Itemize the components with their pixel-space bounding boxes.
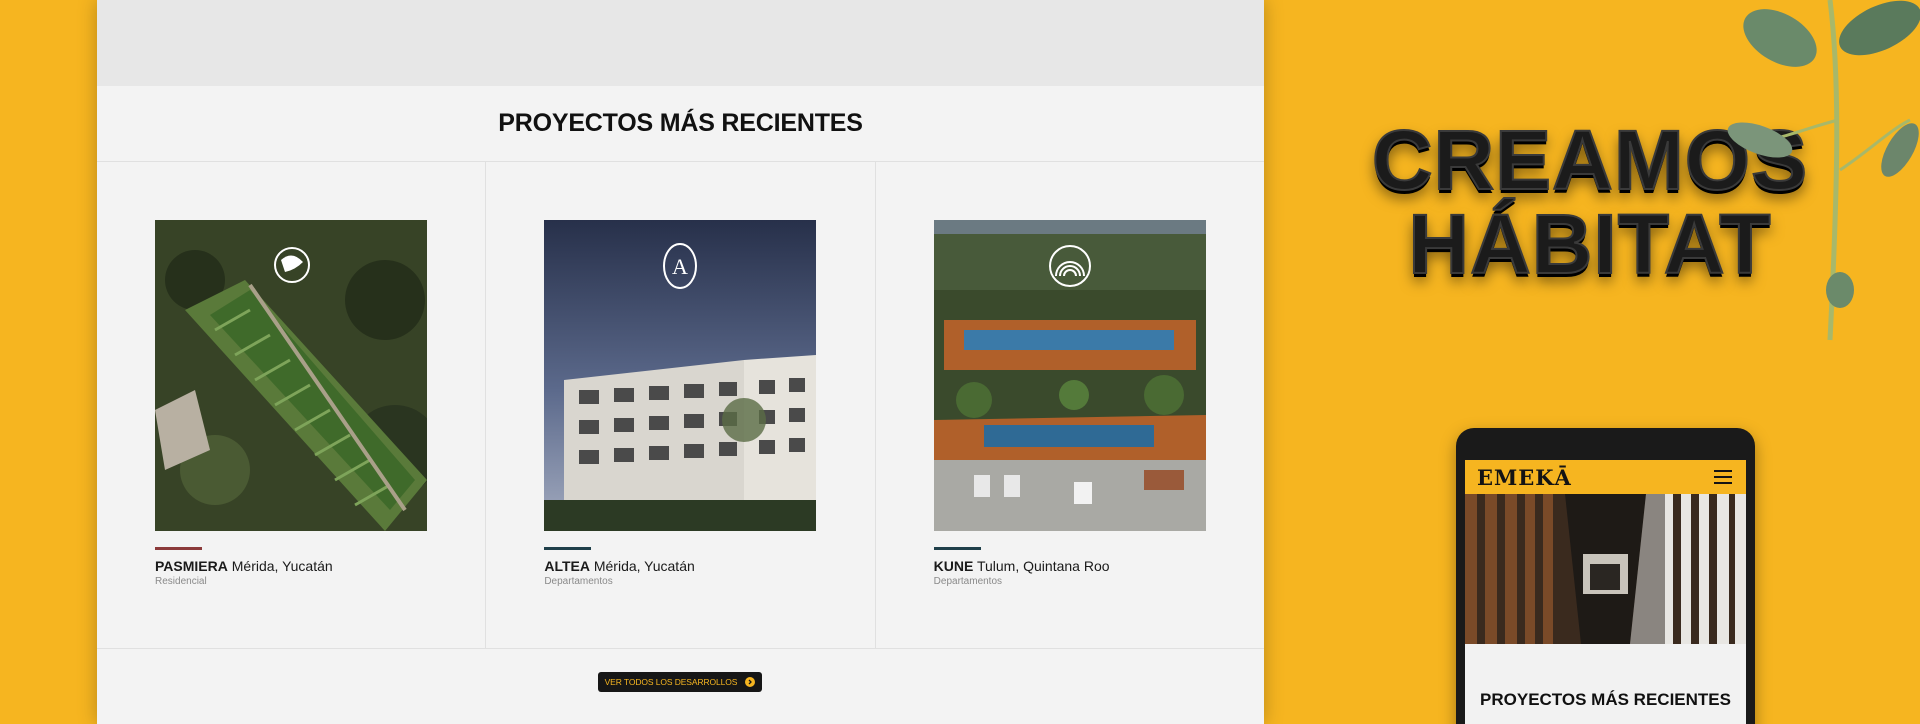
project-accent-bar xyxy=(155,547,202,550)
project-card-kune[interactable]: KUNE Tulum, Quintana Roo Departamentos xyxy=(876,162,1264,648)
project-type: Residencial xyxy=(155,576,207,587)
project-location: Mérida, Yucatán xyxy=(593,558,695,574)
phone-section-title: PROYECTOS MÁS RECIENTES xyxy=(1480,690,1731,709)
project-image-pasmiera[interactable] xyxy=(155,220,427,531)
project-location: Tulum, Quintana Roo xyxy=(976,558,1110,574)
project-type: Departamentos xyxy=(933,576,1003,587)
project-image-altea[interactable]: A xyxy=(544,220,817,531)
arrow-right-circle-icon xyxy=(745,677,756,687)
project-title: PASMIERA Mérida, Yucatán xyxy=(155,558,333,574)
project-grid: PASMIERA Mérida, Yucatán Residencial A A… xyxy=(97,161,1264,649)
project-location: Mérida, Yucatán xyxy=(231,558,333,574)
hamburger-menu-icon[interactable] xyxy=(1714,470,1732,484)
project-name: PASMIERA xyxy=(155,558,228,574)
section-title: PROYECTOS MÁS RECIENTES xyxy=(498,109,863,137)
phone-screen: EMEKĀ PROYECTOS MÁS RECIENTES xyxy=(1465,460,1746,724)
project-name: ALTEA xyxy=(544,558,590,574)
phone-header: EMEKĀ xyxy=(1465,460,1746,494)
brand-logo[interactable]: EMEKĀ xyxy=(1477,465,1572,490)
phone-mockup: EMEKĀ PROYECTOS MÁS RECIENTES xyxy=(1456,428,1755,724)
svg-text:A: A xyxy=(672,254,688,279)
hero-strip xyxy=(97,0,1264,86)
desktop-mockup: PROYECTOS MÁS RECIENTES PASMIERA Mérida,… xyxy=(97,0,1264,724)
project-name: KUNE xyxy=(933,558,974,574)
cta-area: VER TODOS LOS DESARROLLOS xyxy=(97,649,1264,724)
project-image-kune[interactable] xyxy=(933,220,1206,531)
project-card-pasmiera[interactable]: PASMIERA Mérida, Yucatán Residencial xyxy=(97,162,487,648)
project-card-altea[interactable]: A ALTEA Mérida, Yucatán Departamentos xyxy=(486,162,876,648)
project-title: ALTEA Mérida, Yucatán xyxy=(544,558,694,574)
project-type: Departamentos xyxy=(544,576,613,587)
phone-hero-image xyxy=(1465,494,1746,644)
cta-label: VER TODOS LOS DESARROLLOS xyxy=(604,677,738,687)
eucalyptus-branch-icon xyxy=(1727,0,1920,341)
project-accent-bar xyxy=(933,547,981,550)
project-title: KUNE Tulum, Quintana Roo xyxy=(934,558,1110,574)
view-all-developments-button[interactable]: VER TODOS LOS DESARROLLOS xyxy=(598,672,762,692)
project-accent-bar xyxy=(544,547,592,550)
